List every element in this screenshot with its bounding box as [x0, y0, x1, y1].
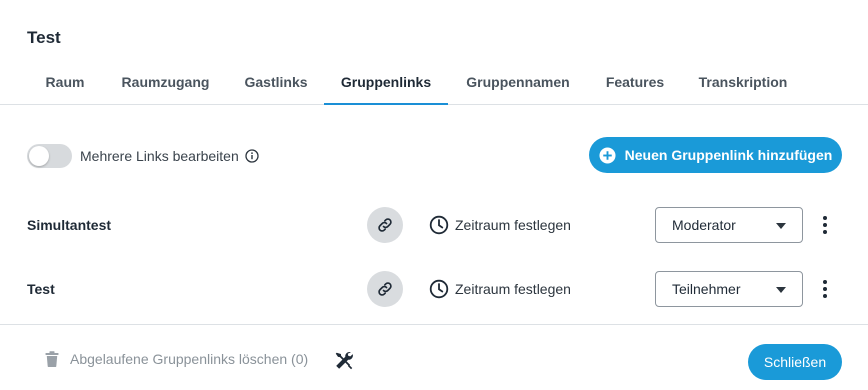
tab-features[interactable]: Features: [596, 64, 674, 104]
close-button[interactable]: Schließen: [748, 344, 842, 380]
delete-expired-links-label: Abgelaufene Gruppenlinks löschen (0): [70, 351, 309, 367]
tab-gastlinks[interactable]: Gastlinks: [234, 64, 318, 104]
kebab-icon[interactable]: [816, 277, 834, 301]
add-group-link-label: Neuen Gruppenlink hinzufügen: [624, 147, 833, 163]
tools-icon[interactable]: [333, 350, 355, 372]
copy-link-button[interactable]: [367, 271, 403, 307]
tab-bar: Raum Raumzugang Gastlinks Gruppenlinks G…: [0, 64, 868, 105]
copy-link-button[interactable]: [367, 207, 403, 243]
tab-raum[interactable]: Raum: [27, 64, 103, 104]
info-icon[interactable]: [245, 149, 259, 163]
multi-edit-toggle-group: Mehrere Links bearbeiten: [27, 144, 259, 168]
group-link-row: Test Zeitraum festlegen Teilnehmer: [0, 271, 868, 327]
group-link-name: Simultantest: [27, 217, 112, 233]
toggle-knob: [29, 146, 49, 166]
set-time-range-button[interactable]: Zeitraum festlegen: [429, 271, 571, 307]
role-select-value: Teilnehmer: [672, 281, 741, 297]
role-select-value: Moderator: [672, 217, 736, 233]
set-time-range-label: Zeitraum festlegen: [455, 281, 571, 297]
link-icon: [378, 218, 392, 232]
caret-down-icon: [776, 287, 786, 293]
role-select[interactable]: Teilnehmer: [655, 271, 803, 307]
clock-icon: [429, 215, 449, 235]
dialog-title: Test: [27, 28, 61, 47]
link-icon: [378, 282, 392, 296]
set-time-range-label: Zeitraum festlegen: [455, 217, 571, 233]
dialog-footer: Abgelaufene Gruppenlinks löschen (0) Sch…: [0, 324, 868, 390]
trash-icon: [45, 351, 59, 367]
multi-edit-toggle[interactable]: [27, 144, 72, 168]
clock-icon: [429, 279, 449, 299]
plus-circle-icon: [599, 146, 616, 164]
tab-gruppennamen[interactable]: Gruppennamen: [458, 64, 578, 104]
tab-transkription[interactable]: Transkription: [690, 64, 796, 104]
multi-edit-label: Mehrere Links bearbeiten: [80, 148, 239, 164]
caret-down-icon: [776, 223, 786, 229]
group-link-name: Test: [27, 281, 55, 297]
tab-raumzugang[interactable]: Raumzugang: [110, 64, 221, 104]
kebab-icon[interactable]: [816, 213, 834, 237]
add-group-link-button[interactable]: Neuen Gruppenlink hinzufügen: [589, 137, 842, 173]
tab-gruppenlinks[interactable]: Gruppenlinks: [324, 64, 448, 105]
group-link-row: Simultantest Zeitraum festlegen Moderato…: [0, 207, 868, 263]
role-select[interactable]: Moderator: [655, 207, 803, 243]
delete-expired-links-button[interactable]: Abgelaufene Gruppenlinks löschen (0): [45, 351, 308, 367]
set-time-range-button[interactable]: Zeitraum festlegen: [429, 207, 571, 243]
